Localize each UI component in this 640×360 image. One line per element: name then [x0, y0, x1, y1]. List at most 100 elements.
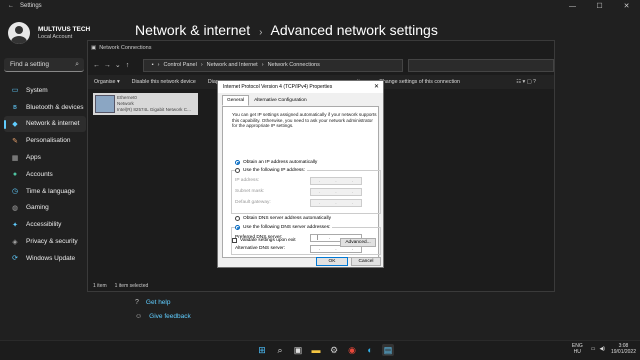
- sidebar-item-apps[interactable]: ▦ Apps: [4, 149, 86, 166]
- radio-selected-icon: [235, 225, 240, 230]
- task-view-icon[interactable]: ▣: [292, 344, 304, 356]
- address-segment[interactable]: Control Panel: [163, 62, 196, 68]
- breadcrumb-separator: ›: [259, 27, 263, 38]
- settings-title-bar: ← Settings: [0, 0, 640, 12]
- minimize-button[interactable]: —: [559, 0, 586, 12]
- volume-icon[interactable]: ◀): [599, 346, 605, 352]
- address-bar[interactable]: ▪ › Control Panel › Network and Internet…: [142, 58, 404, 72]
- avatar: [8, 22, 30, 44]
- radio-icon: [235, 216, 240, 221]
- window-title: Settings: [20, 3, 42, 9]
- sidebar-item-bluetooth-devices[interactable]: ʙ Bluetooth & devices: [4, 99, 86, 116]
- taskbar: ⊞ ⌕ ▣ ▬ ⚙ ◉ ◐ ▤ ENG HU ▭ ◀) 3:08 19/01/2…: [0, 340, 640, 360]
- get-help-link[interactable]: ? Get help: [135, 295, 191, 309]
- help-links: ? Get help ☺ Give feedback: [135, 295, 191, 323]
- help-icon: ?: [135, 298, 139, 306]
- system-tray: ENG HU ▭ ◀) 3:08 19/01/2022: [572, 343, 636, 355]
- sidebar-item-label: Windows Update: [26, 254, 76, 262]
- organise-menu[interactable]: Organise ▾: [94, 79, 120, 85]
- search-icon[interactable]: ⌕: [274, 344, 286, 356]
- network-app-icon[interactable]: ▤: [382, 344, 394, 356]
- sidebar-item-label: Time & language: [26, 187, 75, 195]
- use-dns-radio[interactable]: Use the following DNS server addresses:: [235, 225, 333, 230]
- clock[interactable]: 3:08 19/01/2022: [611, 343, 636, 355]
- sidebar-item-privacy-security[interactable]: ◈ Privacy & security: [4, 233, 86, 250]
- edge-icon[interactable]: ◐: [364, 344, 376, 356]
- breadcrumb-parent[interactable]: Network & internet: [135, 22, 250, 38]
- general-panel: You can get IP settings assigned automat…: [222, 106, 381, 258]
- change-settings-button[interactable]: Change settings of this connection: [379, 79, 460, 85]
- forward-icon[interactable]: →: [104, 62, 115, 69]
- sidebar-item-accounts[interactable]: ● Accounts: [4, 166, 86, 183]
- advanced-button[interactable]: Advanced...: [340, 238, 376, 247]
- maximize-button[interactable]: ☐: [586, 0, 613, 12]
- settings-icon[interactable]: ⚙: [328, 344, 340, 356]
- network-tray-icon[interactable]: ▭: [591, 346, 596, 352]
- subnet-mask-label: Subnet mask:: [235, 189, 265, 194]
- profile-name: MULTIVUS TECH: [38, 26, 91, 33]
- cancel-button[interactable]: Cancel: [351, 257, 381, 266]
- back-icon[interactable]: ←: [93, 62, 104, 69]
- bluetooth-icon: ʙ: [13, 103, 17, 111]
- sidebar-item-label: System: [26, 86, 48, 94]
- sidebar-item-label: Bluetooth & devices: [26, 103, 84, 111]
- dialog-close-icon[interactable]: ✕: [374, 83, 379, 90]
- search-input[interactable]: Find a setting ⌕: [4, 58, 84, 72]
- start-icon[interactable]: ⊞: [256, 344, 268, 356]
- network-connections-icon: ▣: [91, 45, 97, 51]
- obtain-dns-auto-radio[interactable]: Obtain DNS server address automatically: [235, 216, 331, 221]
- address-segment[interactable]: Network and Internet: [207, 62, 258, 68]
- nc-status-bar: 1 item 1 item selected: [88, 281, 554, 291]
- sidebar-item-accessibility[interactable]: ✦ Accessibility: [4, 216, 86, 233]
- chrome-icon[interactable]: ◉: [346, 344, 358, 356]
- tab-alternative-configuration[interactable]: Alternative Configuration: [249, 95, 312, 106]
- sidebar-item-personalisation[interactable]: ✎ Personalisation: [4, 132, 86, 149]
- ok-button[interactable]: OK: [316, 257, 348, 266]
- monitor-icon: ▭: [11, 87, 19, 95]
- dialog-description: You can get IP settings assigned automat…: [232, 112, 377, 128]
- radio-selected-icon: [235, 160, 240, 165]
- sidebar-item-label: Network & internet: [26, 120, 80, 128]
- feedback-icon: ☺: [135, 312, 143, 320]
- taskbar-apps: ⊞ ⌕ ▣ ▬ ⚙ ◉ ◐ ▤: [256, 344, 400, 356]
- obtain-ip-auto-radio[interactable]: Obtain an IP address automatically: [235, 160, 317, 165]
- sidebar-item-label: Accessibility: [26, 221, 62, 229]
- user-profile[interactable]: MULTIVUS TECH Local Account: [8, 22, 90, 44]
- close-button[interactable]: ✕: [613, 0, 640, 12]
- dialog-title-bar: Internet Protocol Version 4 (TCP/IPv4) P…: [218, 81, 383, 93]
- address-segment[interactable]: Network Connections: [268, 62, 320, 68]
- item-count: 1 item: [93, 283, 107, 289]
- use-ip-radio[interactable]: Use the following IP address:: [235, 168, 308, 173]
- language-indicator[interactable]: ENG HU: [572, 343, 583, 355]
- give-feedback-link[interactable]: ☺ Give feedback: [135, 309, 191, 323]
- view-options-icon[interactable]: ☷ ▾ ▢ ?: [516, 79, 536, 85]
- file-explorer-icon[interactable]: ▬: [310, 344, 322, 356]
- path-sep-icon: ›: [157, 62, 160, 68]
- window-controls: — ☐ ✕: [559, 0, 640, 12]
- default-gateway-label: Default gateway:: [235, 200, 271, 205]
- sidebar-item-windows-update[interactable]: ⟳ Windows Update: [4, 250, 86, 267]
- checkbox-icon: [232, 238, 237, 243]
- clock-icon: ◷: [11, 188, 19, 196]
- accessibility-icon: ✦: [12, 221, 18, 229]
- sidebar-item-label: Personalisation: [26, 137, 71, 145]
- sidebar-nav: ▭ System ʙ Bluetooth & devices ◆ Network & in…: [4, 82, 86, 267]
- sidebar-item-gaming[interactable]: ◍ Gaming: [4, 200, 86, 217]
- history-chevron-icon[interactable]: ⌄: [115, 61, 126, 69]
- nc-title-bar: ▣ Network Connections: [88, 41, 554, 55]
- disable-device-button[interactable]: Disable this network device: [132, 79, 196, 85]
- sidebar-item-label: Gaming: [26, 204, 49, 212]
- validate-settings-checkbox[interactable]: Validate settings upon exit: [232, 238, 296, 243]
- wifi-icon: ◆: [12, 120, 18, 128]
- update-icon: ⟳: [12, 255, 18, 263]
- nc-search-input[interactable]: [408, 58, 554, 72]
- tab-general[interactable]: General: [222, 95, 250, 106]
- selected-count: 1 item selected: [114, 283, 149, 289]
- sidebar-item-system[interactable]: ▭ System: [4, 82, 86, 99]
- ethernet-adapter-item[interactable]: Ethernet0 Network Intel(R) 82574L Gigabi…: [93, 93, 198, 115]
- breadcrumb: Network & internet › Advanced network se…: [135, 22, 438, 38]
- up-icon[interactable]: ↑: [126, 62, 137, 69]
- back-arrow-icon[interactable]: ←: [8, 3, 14, 9]
- sidebar-item-time-language[interactable]: ◷ Time & language: [4, 183, 86, 200]
- sidebar-item-network-internet[interactable]: ◆ Network & internet: [4, 115, 86, 133]
